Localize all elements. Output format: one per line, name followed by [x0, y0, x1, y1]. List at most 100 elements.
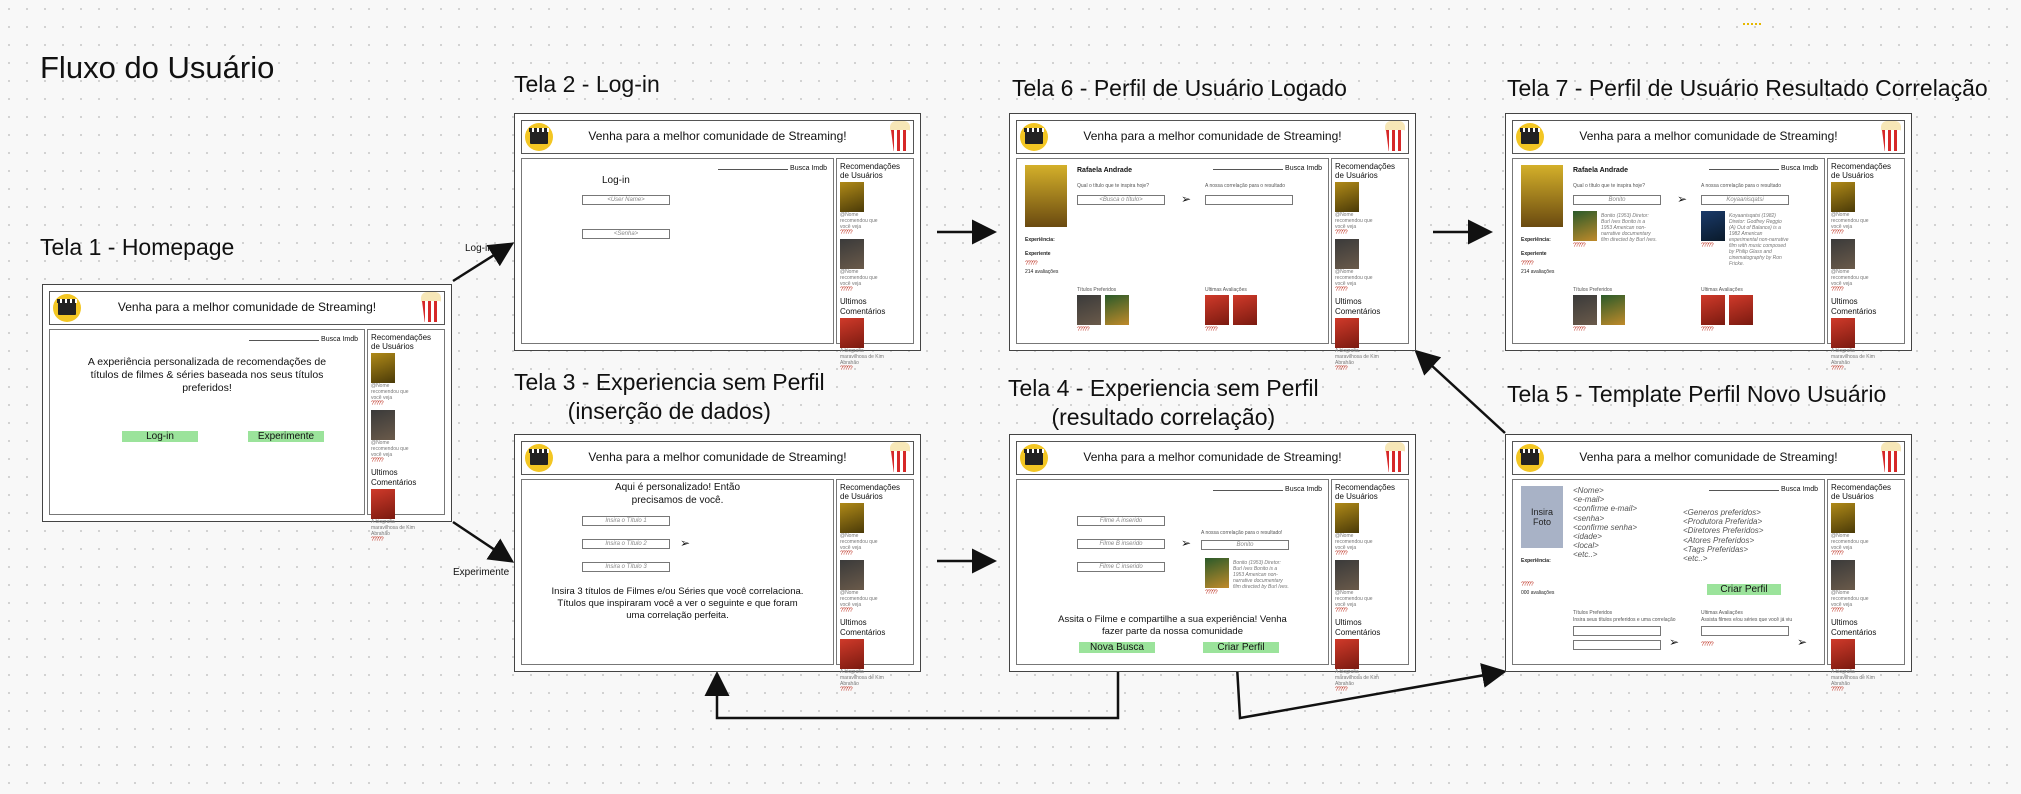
poster-thumbnail[interactable]	[1335, 317, 1359, 348]
popcorn-top-icon	[890, 442, 910, 452]
search-imdb[interactable]: Busca Imdb	[1213, 486, 1322, 493]
poster-thumbnail[interactable]	[1335, 638, 1359, 669]
insert-photo-placeholder[interactable]: Insira Foto	[1521, 486, 1563, 548]
preference-field[interactable]: <Diretores Preferidos>	[1683, 526, 1763, 535]
preference-field[interactable]: <Tags Preferidas>	[1683, 545, 1763, 554]
login-button[interactable]: Log-in	[122, 431, 198, 442]
movie-c-field[interactable]: Filme C inserido	[1077, 562, 1165, 572]
profile-field[interactable]: <e-mail>	[1573, 495, 1637, 504]
profile-field[interactable]: <Nome>	[1573, 486, 1637, 495]
send-icon[interactable]: ➢	[1669, 635, 1679, 649]
poster-thumbnail[interactable]	[1205, 295, 1229, 325]
rec-text: @Nome recomendou que você veja	[371, 440, 409, 459]
fav-title-field-2[interactable]	[1573, 640, 1661, 650]
poster-thumbnail[interactable]	[1335, 560, 1359, 591]
poster-thumbnail[interactable]	[1077, 295, 1101, 325]
poster-thumbnail[interactable]	[1701, 295, 1725, 325]
send-icon[interactable]: ➢	[1181, 536, 1191, 550]
last-eval-field[interactable]	[1701, 626, 1789, 636]
profile-field[interactable]: <confirme senha>	[1573, 523, 1637, 532]
profile-field[interactable]: <idade>	[1573, 532, 1637, 541]
poster-thumbnail[interactable]	[840, 638, 864, 669]
movie-b-field[interactable]: Filme B inserido	[1077, 539, 1165, 549]
comment-text: A biografia maravilhosa de Kim Abrahão	[1335, 347, 1379, 366]
profile-field[interactable]: <etc..>	[1573, 550, 1637, 559]
search-imdb[interactable]: Busca Imdb	[1709, 165, 1818, 172]
search-label: Busca Imdb	[1781, 486, 1818, 493]
poster-thumbnail[interactable]	[1831, 638, 1855, 669]
rec-text: @Nome recomendou que você veja	[840, 212, 878, 231]
rating-stars: ?????	[1831, 686, 1844, 693]
search-imdb[interactable]: Busca Imdb	[249, 336, 358, 343]
sidebar: Recomendações de Usuários @Nome recomend…	[1331, 158, 1409, 372]
poster-thumbnail[interactable]	[1573, 295, 1597, 325]
username-field[interactable]: <User Name>	[582, 195, 670, 205]
poster-thumbnail[interactable]	[1105, 295, 1130, 325]
fav-title-field-1[interactable]	[1573, 626, 1661, 636]
send-icon[interactable]: ➢	[1677, 192, 1687, 206]
poster-thumbnail[interactable]	[1335, 239, 1359, 270]
search-imdb[interactable]: Busca Imdb	[1213, 165, 1322, 172]
send-icon[interactable]: ➢	[1797, 635, 1807, 649]
sidebar-comments-title: Ultimos Comentários	[1831, 618, 1877, 637]
title-3-field[interactable]: Insira o Título 3	[582, 562, 670, 572]
poster-thumbnail[interactable]	[1205, 558, 1229, 588]
poster-thumbnail[interactable]	[840, 560, 864, 591]
rating-stars: ?????	[840, 365, 853, 372]
create-profile-button[interactable]: Criar Perfil	[1203, 642, 1279, 653]
sidebar-comments-title: Ultimos Comentários	[840, 618, 886, 637]
poster-thumbnail[interactable]	[371, 353, 395, 384]
user-photo	[1521, 165, 1563, 227]
main-content: Busca Imdb A experiência personalizada d…	[49, 329, 365, 515]
search-imdb[interactable]: Busca Imdb	[1709, 486, 1818, 493]
search-imdb[interactable]: Busca Imdb	[718, 165, 827, 172]
rating-stars: ?????	[1335, 608, 1348, 615]
screen-1-frame: Venha para a melhor comunidade de Stream…	[42, 284, 452, 543]
preference-field[interactable]: <etc..>	[1683, 554, 1763, 563]
title-2-field[interactable]: Insira o Título 2	[582, 539, 670, 549]
send-icon[interactable]: ➢	[1181, 192, 1191, 206]
create-profile-button[interactable]: Criar Perfil	[1707, 584, 1781, 595]
password-field[interactable]: <Senha>	[582, 229, 670, 239]
header-bar: Venha para a melhor comunidade de Stream…	[521, 120, 914, 154]
title-search-field[interactable]: Bonito	[1573, 195, 1661, 205]
poster-thumbnail[interactable]	[840, 317, 864, 348]
search-label: Busca Imdb	[790, 165, 827, 172]
preference-field[interactable]: <Generos preferidos>	[1683, 508, 1763, 517]
search-label: Busca Imdb	[1781, 165, 1818, 172]
profile-field[interactable]: <local>	[1573, 541, 1637, 550]
rec-text: @Nome recomendou que você veja	[371, 383, 409, 402]
preference-field[interactable]: <Atores Preferidos>	[1683, 536, 1763, 545]
experiment-button[interactable]: Experimente	[248, 431, 324, 442]
send-icon[interactable]: ➢	[680, 536, 690, 550]
poster-thumbnail[interactable]	[840, 503, 864, 534]
poster-thumbnail[interactable]	[1335, 503, 1359, 534]
movie-a-field[interactable]: Filme A inserido	[1077, 516, 1165, 526]
rating-stars: ?????	[840, 686, 853, 693]
poster-thumbnail[interactable]	[840, 182, 864, 213]
poster-thumbnail[interactable]	[371, 488, 395, 519]
header-text: Venha para a melhor comunidade de Stream…	[588, 450, 847, 464]
poster-thumbnail[interactable]	[1831, 239, 1855, 270]
poster-thumbnail[interactable]	[1701, 211, 1725, 241]
poster-thumbnail[interactable]	[1831, 317, 1855, 348]
title-search-field[interactable]: <Busca o título>	[1077, 195, 1165, 205]
poster-thumbnail[interactable]	[371, 410, 395, 441]
poster-thumbnail[interactable]	[1233, 295, 1258, 325]
profile-field[interactable]: <senha>	[1573, 514, 1637, 523]
poster-thumbnail[interactable]	[1729, 295, 1754, 325]
poster-thumbnail[interactable]	[1335, 182, 1359, 213]
poster-thumbnail[interactable]	[1601, 295, 1626, 325]
title-1-field[interactable]: Insira o Título 1	[582, 516, 670, 526]
popcorn-top-icon	[1881, 121, 1901, 131]
header-bar: Venha para a melhor comunidade de Stream…	[49, 291, 445, 325]
poster-thumbnail[interactable]	[1573, 211, 1597, 241]
new-search-button[interactable]: Nova Busca	[1079, 642, 1155, 653]
profile-field[interactable]: <confirme e-mail>	[1573, 504, 1637, 513]
poster-thumbnail[interactable]	[1831, 182, 1855, 213]
poster-thumbnail[interactable]	[840, 239, 864, 270]
poster-thumbnail[interactable]	[1831, 560, 1855, 591]
result-description: Koyaanisqatsi (1982) Diretor: Godfrey Re…	[1729, 213, 1789, 267]
poster-thumbnail[interactable]	[1831, 503, 1855, 534]
preference-field[interactable]: <Produtora Preferida>	[1683, 517, 1763, 526]
